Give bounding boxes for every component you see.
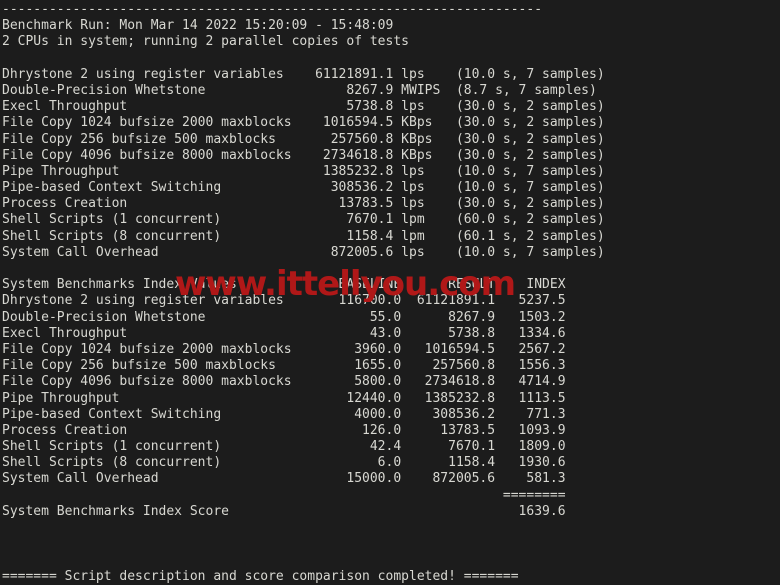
terminal-line: Pipe Throughput 12440.0 1385232.8 1113.5 bbox=[2, 390, 566, 406]
terminal-line: Pipe-based Context Switching 308536.2 lp… bbox=[2, 180, 605, 196]
terminal-line: Process Creation 13783.5 lps (30.0 s, 2 … bbox=[2, 196, 605, 212]
terminal-line: Double-Precision Whetstone 8267.9 MWIPS … bbox=[2, 82, 597, 98]
terminal-line: ======== bbox=[2, 487, 566, 503]
terminal-line: System Benchmarks Index Values BASELINE … bbox=[2, 277, 566, 293]
terminal-line: Double-Precision Whetstone 55.0 8267.9 1… bbox=[2, 309, 566, 325]
terminal-line: 2 CPUs in system; running 2 parallel cop… bbox=[2, 34, 409, 50]
terminal-line: Benchmark Run: Mon Mar 14 2022 15:20:09 … bbox=[2, 18, 394, 34]
terminal-output: ----------------------------------------… bbox=[0, 0, 780, 584]
terminal-line: Pipe Throughput 1385232.8 lps (10.0 s, 7… bbox=[2, 163, 605, 179]
terminal-line: Pipe-based Context Switching 4000.0 3085… bbox=[2, 406, 566, 422]
terminal-line: ----------------------------------------… bbox=[2, 2, 543, 17]
terminal-line: File Copy 256 bufsize 500 maxblocks 2575… bbox=[2, 131, 605, 147]
terminal-line: Execl Throughput 5738.8 lps (30.0 s, 2 s… bbox=[2, 99, 605, 115]
terminal-line: Dhrystone 2 using register variables 611… bbox=[2, 66, 605, 82]
terminal-line: System Call Overhead 15000.0 872005.6 58… bbox=[2, 471, 566, 487]
terminal-line: Dhrystone 2 using register variables 116… bbox=[2, 293, 566, 309]
terminal-line: Shell Scripts (1 concurrent) 42.4 7670.1… bbox=[2, 439, 566, 455]
terminal-line: File Copy 1024 bufsize 2000 maxblocks 10… bbox=[2, 115, 605, 131]
terminal-line: Shell Scripts (1 concurrent) 7670.1 lpm … bbox=[2, 212, 605, 228]
terminal-line: Shell Scripts (8 concurrent) 1158.4 lpm … bbox=[2, 228, 605, 244]
terminal-line: Process Creation 126.0 13783.5 1093.9 bbox=[2, 422, 566, 438]
terminal-line: File Copy 256 bufsize 500 maxblocks 1655… bbox=[2, 358, 566, 374]
terminal-line: File Copy 4096 bufsize 8000 maxblocks 27… bbox=[2, 147, 605, 163]
terminal-line: System Benchmarks Index Score 1639.6 bbox=[2, 503, 566, 519]
terminal-line: File Copy 1024 bufsize 2000 maxblocks 39… bbox=[2, 341, 566, 357]
terminal-line: File Copy 4096 bufsize 8000 maxblocks 58… bbox=[2, 374, 566, 390]
terminal-line: Execl Throughput 43.0 5738.8 1334.6 bbox=[2, 325, 566, 341]
terminal-line: System Call Overhead 872005.6 lps (10.0 … bbox=[2, 244, 605, 260]
terminal-line: Shell Scripts (8 concurrent) 6.0 1158.4 … bbox=[2, 455, 566, 471]
